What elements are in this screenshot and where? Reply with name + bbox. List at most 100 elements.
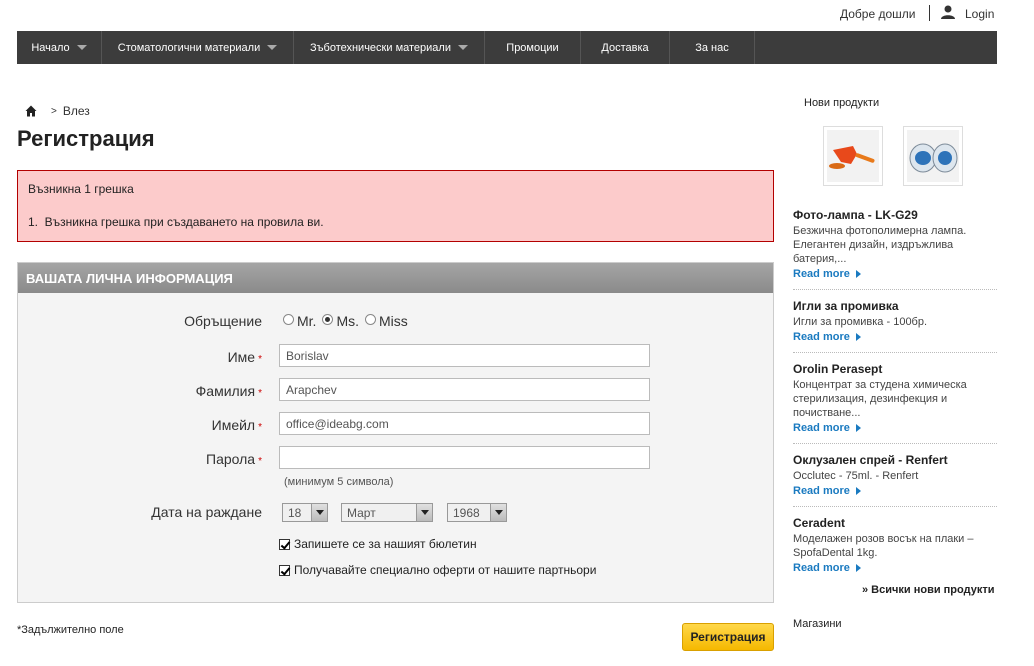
read-more-link[interactable]: Read more	[793, 485, 861, 497]
password-label: Парола *	[206, 451, 262, 467]
required-mark: *	[258, 456, 262, 467]
radio-mr-label: Mr.	[297, 313, 317, 329]
radio-miss-label: Miss	[379, 313, 408, 329]
first-name-label: Име *	[228, 349, 262, 365]
product-thumbnail-lamp[interactable]	[823, 126, 883, 186]
error-box: Възникна 1 грешка 1. Възникна грешка при…	[17, 170, 774, 242]
read-more-link[interactable]: Read more	[793, 331, 861, 343]
nav-item-dental-materials[interactable]: Стоматологични материали	[102, 31, 294, 64]
sidebar-product: Оклузален спрей - Renfert Occlutec - 75m…	[793, 453, 997, 497]
sidebar-product: Игли за промивка Игли за промивка - 100б…	[793, 299, 997, 343]
birth-month-select[interactable]: Март	[341, 503, 433, 522]
needles-jar-image	[907, 130, 959, 182]
read-more-label: Read more	[793, 485, 850, 497]
newsletter-label: Запишете се за нашият бюлетин	[294, 537, 477, 551]
sidebar-product: Ceradent Моделажен розов восък на плаки …	[793, 516, 997, 574]
required-mark: *	[258, 388, 262, 399]
main-nav: Начало Стоматологични материали Зъботехн…	[17, 31, 997, 64]
password-field[interactable]	[279, 446, 650, 469]
breadcrumb: > Влез	[25, 104, 90, 118]
email-label: Имейл *	[212, 417, 262, 433]
breadcrumb-current: Влез	[62, 104, 90, 118]
birth-year-value: 1968	[453, 505, 480, 520]
read-more-link[interactable]: Read more	[793, 562, 861, 574]
arrow-right-icon	[855, 487, 861, 495]
salutation-radio-group: Mr. Ms. Miss	[283, 313, 414, 329]
nav-item-lab-materials[interactable]: Зъботехнически материали	[294, 31, 485, 64]
radio-miss[interactable]: Miss	[365, 313, 408, 329]
arrow-right-icon	[855, 333, 861, 341]
divider	[793, 443, 997, 444]
breadcrumb-separator: >	[51, 105, 57, 117]
divider	[793, 352, 997, 353]
birth-day-select[interactable]: 18	[282, 503, 328, 522]
product-description: Концентрат за студена химическа стерилиз…	[793, 379, 967, 419]
product-name[interactable]: Оклузален спрей - Renfert	[793, 453, 997, 467]
partners-checkbox-row[interactable]: Получавайте специално оферти от нашите п…	[279, 563, 596, 577]
nav-item-label: Доставка	[601, 41, 649, 54]
first-name-label-text: Име	[227, 349, 256, 365]
nav-item-label: Начало	[31, 41, 70, 54]
product-name[interactable]: Игли за промивка	[793, 299, 997, 313]
home-icon[interactable]	[25, 105, 37, 117]
curing-lamp-image	[827, 130, 879, 182]
product-description: Безжична фотополимерна лампа. Елегантен …	[793, 225, 967, 265]
partners-checkbox[interactable]	[279, 564, 290, 576]
register-button[interactable]: Регистрация	[682, 623, 774, 651]
product-name[interactable]: Ceradent	[793, 516, 997, 530]
nav-item-label: Зъботехнически материали	[310, 41, 451, 54]
partners-label: Получавайте специално оферти от нашите п…	[294, 563, 597, 577]
divider	[793, 289, 997, 290]
password-hint: (минимум 5 символа)	[284, 476, 394, 488]
product-name[interactable]: Orolin Perasept	[793, 362, 997, 376]
product-description: Игли за промивка - 100бр.	[793, 316, 928, 328]
nav-item-promotions[interactable]: Промоции	[485, 31, 581, 64]
birth-year-select[interactable]: 1968	[447, 503, 507, 522]
all-new-products-link[interactable]: » Всички нови продукти	[862, 584, 994, 596]
error-item: 1. Възникна грешка при създаването на пр…	[28, 215, 324, 229]
page-title: Регистрация	[17, 126, 155, 151]
newsletter-checkbox-row[interactable]: Запишете се за нашият бюлетин	[279, 537, 477, 551]
birth-month-value: Март	[347, 505, 376, 520]
chevron-down-icon	[267, 45, 278, 50]
nav-item-label: Стоматологични материали	[117, 41, 261, 54]
error-title: Възникна 1 грешка	[28, 182, 134, 196]
read-more-label: Read more	[793, 331, 850, 343]
new-products-title: Нови продукти	[804, 97, 880, 109]
nav-item-label: Промоции	[506, 41, 559, 54]
nav-item-home[interactable]: Начало	[17, 31, 102, 64]
personal-info-form: ВАШАТА ЛИЧНА ИНФОРМАЦИЯ Обръщение Mr. Ms…	[17, 262, 774, 603]
dropdown-arrow-icon[interactable]	[311, 504, 327, 521]
radio-mr-input[interactable]	[283, 313, 294, 325]
email-label-text: Имейл	[211, 417, 256, 433]
nav-item-label: За нас	[695, 41, 729, 54]
welcome-text: Добре дошли	[840, 7, 916, 21]
nav-item-about[interactable]: За нас	[670, 31, 755, 64]
first-name-field[interactable]	[279, 344, 650, 367]
product-name[interactable]: Фото-лампа - LK-G29	[793, 208, 997, 222]
salutation-label: Обръщение	[184, 313, 262, 329]
nav-item-delivery[interactable]: Доставка	[581, 31, 670, 64]
dropdown-arrow-icon[interactable]	[490, 504, 506, 521]
top-divider	[929, 5, 930, 21]
last-name-field[interactable]	[279, 378, 650, 401]
radio-ms[interactable]: Ms.	[322, 313, 359, 329]
product-description: Моделажен розов восък на плаки – SpofaDe…	[793, 533, 974, 559]
email-field[interactable]	[279, 412, 650, 435]
read-more-label: Read more	[793, 422, 850, 434]
dropdown-arrow-icon[interactable]	[416, 504, 432, 521]
read-more-link[interactable]: Read more	[793, 422, 861, 434]
radio-mr[interactable]: Mr.	[283, 313, 316, 329]
newsletter-checkbox[interactable]	[279, 538, 290, 550]
login-link[interactable]: Login	[965, 7, 994, 21]
radio-ms-input[interactable]	[322, 313, 334, 325]
radio-miss-input[interactable]	[365, 313, 377, 325]
user-icon[interactable]	[940, 5, 956, 19]
shops-title: Магазини	[793, 618, 842, 630]
sidebar-product: Orolin Perasept Концентрат за студена хи…	[793, 362, 997, 434]
product-description: Occlutec - 75ml. - Renfert	[793, 470, 919, 482]
chevron-down-icon	[76, 45, 87, 50]
product-thumbnail-needles[interactable]	[903, 126, 963, 186]
read-more-link[interactable]: Read more	[793, 268, 861, 280]
password-label-text: Парола	[206, 451, 256, 467]
